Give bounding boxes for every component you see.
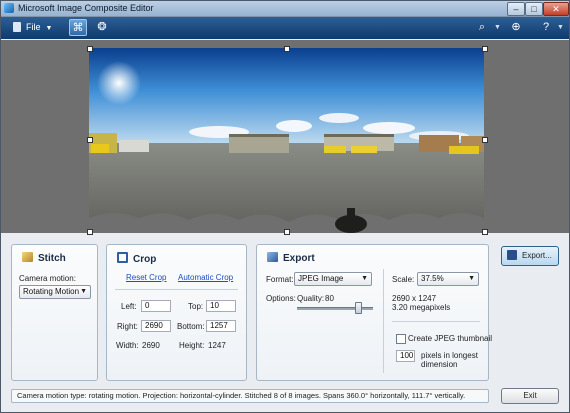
output-megapixels: 3.20 megapixels: [392, 303, 451, 312]
options-label: Options:: [266, 294, 296, 303]
export-subdivider: [392, 321, 480, 322]
quality-slider-thumb[interactable]: [354, 302, 362, 314]
crop-bottom-label: Bottom:: [177, 322, 205, 331]
zoom-chevron-down-icon[interactable]: ▼: [494, 24, 501, 31]
camera-motion-label: Camera motion:: [19, 274, 76, 283]
crop-top-label: Top:: [188, 302, 204, 311]
crop-handle-top-right[interactable]: [482, 46, 488, 52]
scale-select[interactable]: 37.5% ▼: [417, 272, 479, 286]
stitch-view-button[interactable]: ⌘: [69, 19, 87, 36]
crop-height-label: Height:: [179, 341, 205, 350]
crop-handle-middle-left[interactable]: [87, 137, 93, 143]
crop-handle-bottom-center[interactable]: [284, 229, 290, 235]
fit-to-window-button[interactable]: ⊕: [507, 19, 525, 36]
app-window: Microsoft Image Composite Editor – □ ✕ F…: [0, 0, 570, 413]
chevron-down-icon: ▼: [361, 275, 368, 282]
format-select[interactable]: JPEG Image ▼: [294, 272, 372, 286]
reset-crop-link[interactable]: Reset Crop: [126, 273, 166, 282]
panorama-image: [89, 48, 484, 233]
thumbnail-checkbox[interactable]: [396, 334, 406, 344]
panorama-canvas[interactable]: [1, 40, 569, 235]
stitch-icon: [22, 252, 33, 262]
export-divider: [383, 269, 384, 373]
window-title: Microsoft Image Composite Editor: [18, 3, 154, 13]
chevron-down-icon: ▼: [45, 25, 53, 32]
output-dimensions: 2690 x 1247: [392, 294, 437, 303]
crop-left-label: Left:: [121, 302, 137, 311]
thumbnail-hint-line1: pixels in longest: [421, 351, 478, 360]
toolbar: File ▼ ⌘ ❂ ⌕ ▼ ⊕ ? ▼: [1, 17, 569, 39]
crop-width-value: 2690: [142, 341, 160, 350]
camera-motion-select[interactable]: Rotating Motion ▼: [19, 285, 91, 299]
crop-icon: [117, 252, 128, 263]
crop-left-input[interactable]: 0: [141, 300, 171, 312]
crop-handle-bottom-right[interactable]: [482, 229, 488, 235]
status-bar: Camera motion type: rotating motion. Pro…: [11, 389, 489, 403]
crop-width-label: Width:: [116, 341, 139, 350]
crop-height-value: 1247: [208, 341, 226, 350]
globe-view-button[interactable]: ❂: [93, 19, 111, 36]
format-value: JPEG Image: [298, 274, 344, 283]
crop-handle-top-left[interactable]: [87, 46, 93, 52]
export-panel: Export Format: JPEG Image ▼ Options: Qua…: [256, 244, 493, 381]
thumbnail-hint-line2: dimension: [421, 360, 458, 369]
app-logo-icon: [4, 3, 14, 13]
fit-icon: ⊕: [511, 21, 521, 33]
crop-title: Crop: [117, 252, 156, 265]
automatic-crop-link[interactable]: Automatic Crop: [178, 273, 233, 282]
crop-handle-bottom-left[interactable]: [87, 229, 93, 235]
stitch-view-icon: ⌘: [72, 22, 84, 34]
chevron-down-icon: ▼: [80, 288, 87, 295]
crop-right-input[interactable]: 2690: [141, 320, 171, 332]
exit-button[interactable]: Exit: [501, 388, 559, 404]
file-menu[interactable]: File ▼: [13, 22, 52, 34]
document-icon: [13, 22, 21, 32]
export-icon: [267, 252, 278, 262]
crop-handle-middle-right[interactable]: [482, 137, 488, 143]
floppy-disk-icon: [507, 250, 517, 260]
close-button[interactable]: ✕: [543, 2, 569, 16]
export-button-label: Export...: [522, 251, 552, 260]
crop-divider: [115, 289, 238, 290]
crop-right-label: Right:: [117, 322, 138, 331]
title-bar: Microsoft Image Composite Editor – □ ✕: [1, 1, 569, 17]
crop-panel: Crop Reset Crop Automatic Crop Left: 0 T…: [106, 244, 247, 381]
file-menu-label: File: [26, 22, 41, 32]
maximize-button[interactable]: □: [525, 2, 543, 16]
chevron-down-icon: ▼: [468, 275, 475, 282]
scale-label: Scale:: [392, 275, 415, 284]
globe-icon: ❂: [97, 21, 107, 33]
quality-value: 80: [325, 294, 334, 303]
minimize-button[interactable]: –: [507, 2, 525, 16]
export-title-text: Export: [283, 253, 315, 264]
crop-title-text: Crop: [133, 254, 157, 265]
thumbnail-size-input[interactable]: 100: [396, 350, 415, 362]
scale-value: 37.5%: [421, 274, 444, 283]
zoom-icon: ⌕: [478, 21, 486, 33]
stitch-panel: Stitch Camera motion: Rotating Motion ▼: [11, 244, 98, 381]
stitch-title: Stitch: [22, 252, 66, 264]
crop-handle-top-center[interactable]: [284, 46, 290, 52]
help-chevron-down-icon[interactable]: ▼: [557, 24, 564, 31]
crop-bottom-input[interactable]: 1257: [206, 320, 236, 332]
export-title: Export: [267, 252, 315, 264]
crop-top-input[interactable]: 10: [206, 300, 236, 312]
help-button[interactable]: ?: [537, 19, 555, 36]
format-label: Format:: [266, 275, 294, 284]
zoom-button[interactable]: ⌕: [473, 19, 491, 36]
stitch-title-text: Stitch: [38, 253, 66, 264]
help-icon: ?: [542, 21, 550, 33]
panorama-picture: [89, 48, 484, 233]
camera-motion-value: Rotating Motion: [23, 287, 80, 296]
export-button[interactable]: Export...: [501, 246, 559, 266]
thumbnail-label: Create JPEG thumbnail: [408, 334, 493, 343]
quality-label: Quality:: [297, 294, 325, 303]
